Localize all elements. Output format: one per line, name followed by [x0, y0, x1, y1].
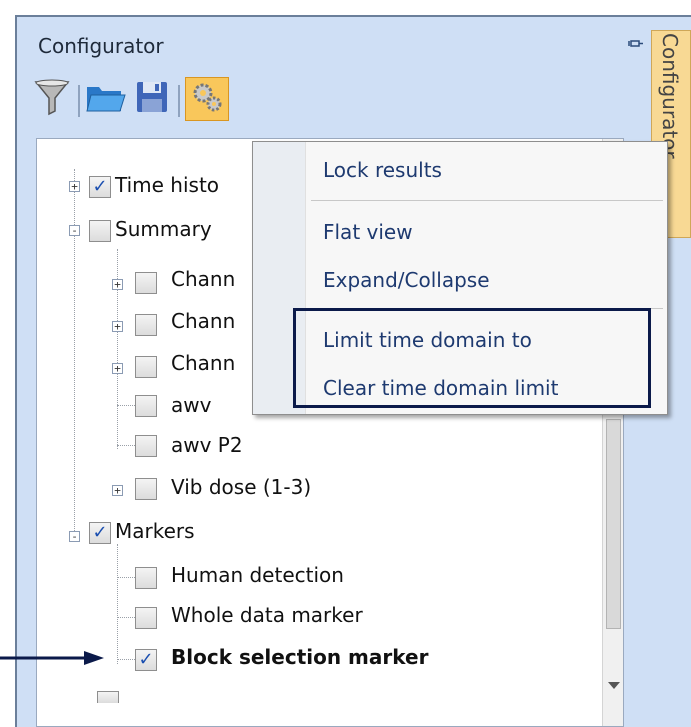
tree-item-label[interactable]: Chann [171, 267, 235, 291]
tree-checkbox[interactable] [135, 356, 157, 378]
tree-checkbox[interactable] [135, 478, 157, 500]
menu-item-lock-results[interactable]: Lock results [323, 158, 442, 182]
save-button[interactable] [130, 77, 174, 121]
open-button[interactable] [84, 77, 128, 121]
tree-item-label[interactable]: Chann [171, 309, 235, 333]
tree-item-label[interactable]: Vib dose (1-3) [171, 475, 311, 499]
tree-checkbox[interactable] [135, 607, 157, 629]
filter-icon [33, 78, 71, 120]
tree-item-label[interactable]: Time histo [115, 173, 219, 197]
tree-connector [117, 405, 137, 406]
settings-gears-icon [190, 80, 224, 118]
tree-item-label[interactable]: Block selection marker [171, 645, 428, 669]
expand-toggle[interactable]: + [69, 181, 80, 192]
settings-button[interactable] [185, 77, 229, 121]
pin-icon[interactable] [628, 36, 644, 56]
tree-connector [117, 544, 118, 664]
tree-connector [117, 577, 137, 578]
expand-toggle[interactable]: + [112, 485, 123, 496]
tree-checkbox[interactable] [135, 567, 157, 589]
tree-checkbox[interactable] [135, 272, 157, 294]
annotation-highlight-box [293, 308, 651, 408]
tree-item-label[interactable]: Whole data marker [171, 603, 363, 627]
tree-checkbox[interactable] [135, 395, 157, 417]
panel-titlebar: Configurator [20, 30, 650, 66]
tree-connector [117, 445, 137, 446]
toolbar [30, 77, 430, 127]
expand-toggle[interactable]: + [112, 363, 123, 374]
tree-connector [117, 617, 137, 618]
tree-connector [117, 659, 137, 660]
annotation-arrow-icon [0, 648, 105, 668]
tree-item-label[interactable]: Summary [115, 217, 212, 241]
filter-button[interactable] [30, 77, 74, 121]
expand-toggle[interactable]: + [112, 321, 123, 332]
scroll-down-icon[interactable] [607, 679, 621, 693]
side-tab-label: Configurator [658, 33, 682, 159]
tree-item-label[interactable]: Chann [171, 351, 235, 375]
expand-toggle[interactable]: + [112, 279, 123, 290]
tree-checkbox[interactable] [135, 435, 157, 457]
menu-item-expand-collapse[interactable]: Expand/Collapse [323, 268, 490, 292]
tree-checkbox[interactable]: ✓ [89, 522, 111, 544]
toolbar-separator [78, 85, 80, 117]
tree-checkbox[interactable]: ✓ [89, 176, 111, 198]
tree-item-label[interactable]: awv [171, 393, 211, 417]
save-icon [134, 79, 170, 119]
collapse-toggle[interactable]: - [69, 225, 80, 236]
tree-checkbox[interactable] [97, 691, 119, 703]
tree-checkbox[interactable] [135, 314, 157, 336]
open-folder-icon [85, 79, 127, 119]
tree-item-label[interactable]: Markers [115, 519, 195, 543]
menu-separator [311, 200, 663, 201]
scrollbar-thumb[interactable] [606, 419, 621, 629]
tree-checkbox[interactable]: ✓ [135, 649, 157, 671]
tree-item-label[interactable]: awv P2 [171, 433, 243, 457]
tree-item-label[interactable]: Human detection [171, 563, 344, 587]
menu-item-flat-view[interactable]: Flat view [323, 220, 413, 244]
panel-title: Configurator [38, 34, 164, 58]
collapse-toggle[interactable]: - [69, 531, 80, 542]
tree-checkbox[interactable] [89, 220, 111, 242]
toolbar-separator [178, 85, 180, 117]
